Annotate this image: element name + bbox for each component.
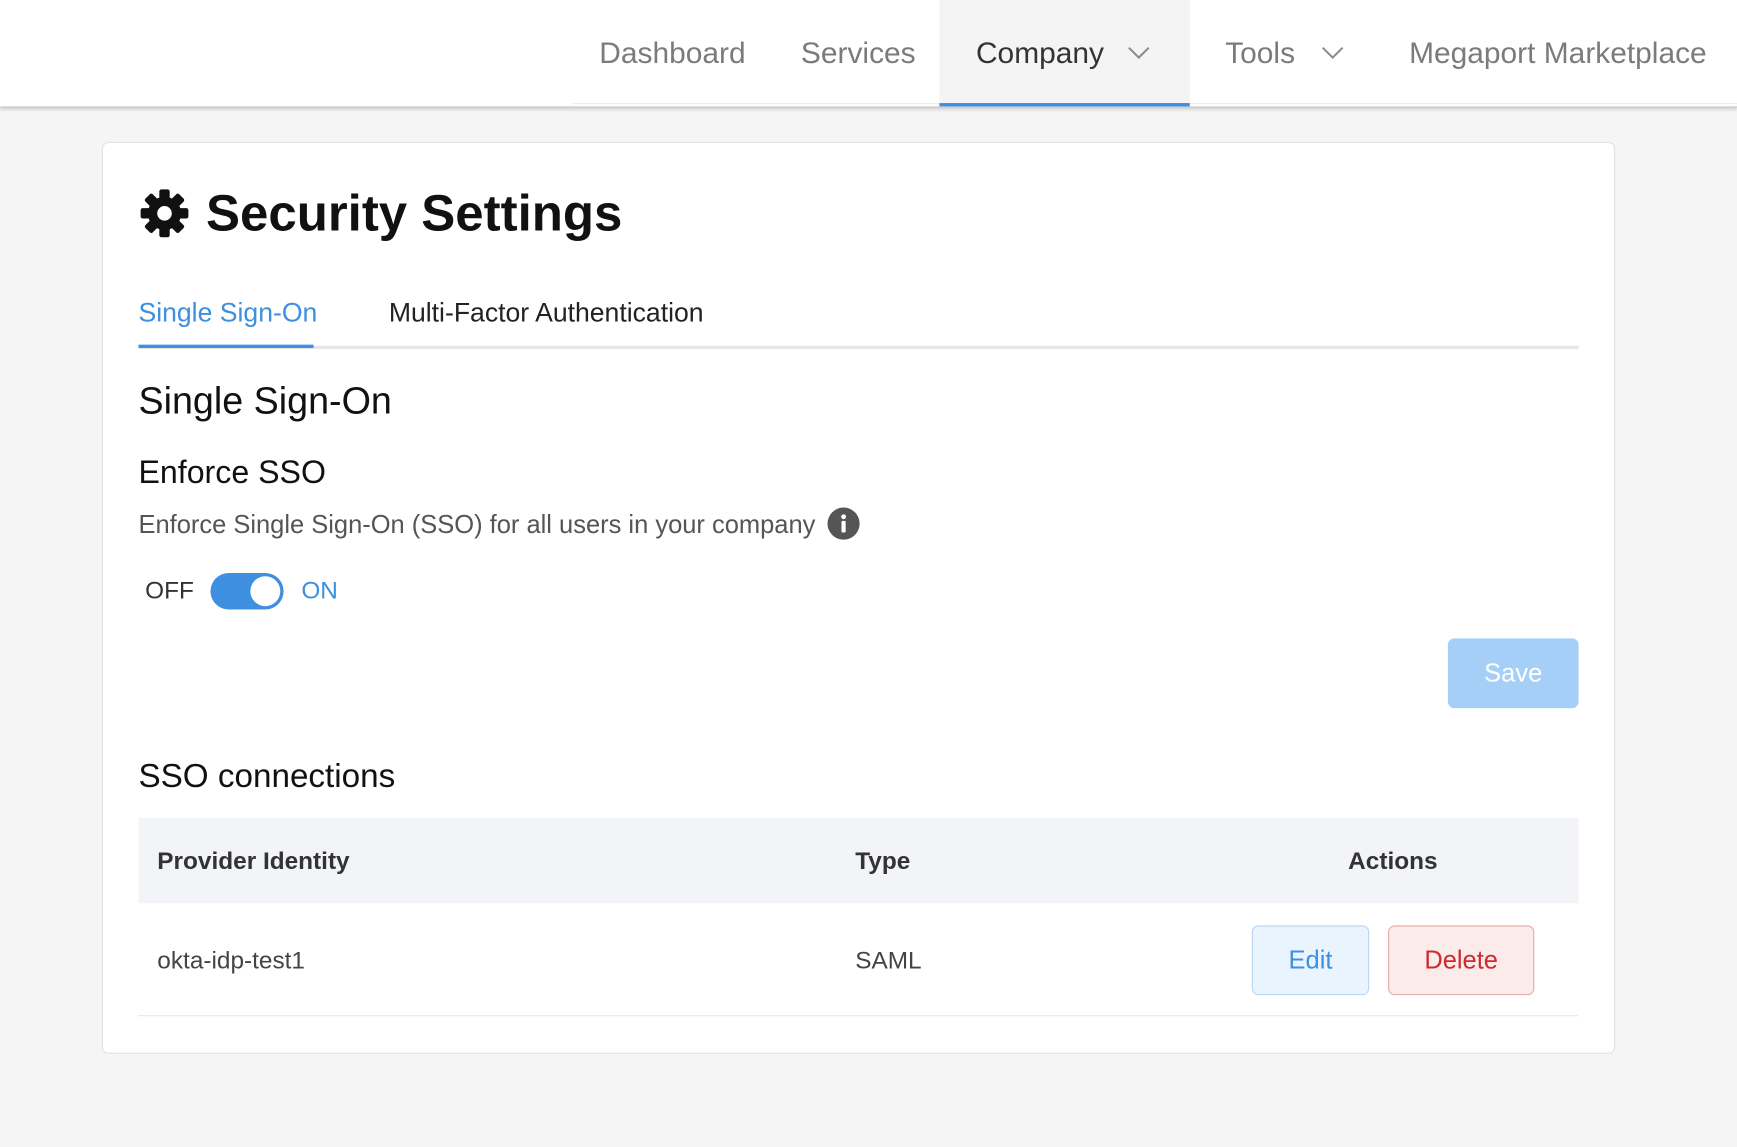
- page-title: Security Settings: [206, 183, 623, 242]
- active-tab-indicator: [138, 344, 314, 348]
- delete-button[interactable]: Delete: [1388, 925, 1535, 996]
- enforce-sso-toggle[interactable]: [210, 572, 284, 610]
- nav-item-label: Dashboard: [599, 36, 746, 70]
- column-header-type: Type: [855, 846, 911, 875]
- nav-item-megaport-marketplace[interactable]: Megaport Marketplace: [1409, 0, 1719, 106]
- tabs-divider: [138, 345, 1579, 350]
- gear-icon: [140, 189, 189, 238]
- toggle-on-label: ON: [301, 576, 338, 604]
- section-heading: Single Sign-On: [138, 380, 392, 423]
- provider-identity-cell: okta-idp-test1: [157, 946, 305, 975]
- sso-connections-table: Provider Identity Type Actions okta-idp-…: [138, 817, 1579, 1017]
- nav-item-label: Tools: [1225, 36, 1296, 70]
- sso-connections-heading: SSO connections: [138, 758, 396, 795]
- chevron-down-icon: [1321, 46, 1344, 60]
- edit-button[interactable]: Edit: [1251, 925, 1370, 996]
- enforce-sso-title: Enforce SSO: [138, 455, 326, 491]
- table-row: okta-idp-test1 SAML Edit Delete: [138, 903, 1579, 1017]
- nav-item-label: Company: [975, 36, 1104, 70]
- table-header-row: Provider Identity Type Actions: [138, 817, 1579, 904]
- nav-item-label: Services: [800, 36, 916, 70]
- tab-single-sign-on[interactable]: Single Sign-On: [138, 294, 317, 334]
- chevron-down-icon: [1128, 46, 1150, 60]
- type-cell: SAML: [855, 946, 922, 975]
- app-root: Dashboard Services Company Tools Megapor…: [0, 0, 1737, 1147]
- nav-item-dashboard[interactable]: Dashboard: [599, 0, 754, 106]
- tab-multi-factor-authentication[interactable]: Multi-Factor Authentication: [389, 294, 704, 334]
- nav-item-label: Megaport Marketplace: [1409, 36, 1707, 70]
- nav-item-tools[interactable]: Tools: [1225, 0, 1358, 106]
- toggle-knob: [250, 576, 281, 607]
- toggle-off-label: OFF: [145, 576, 194, 604]
- nav-item-services[interactable]: Services: [801, 0, 923, 106]
- security-settings-card: Security Settings Single Sign-On Multi-F…: [101, 141, 1616, 1054]
- nav-item-company[interactable]: Company: [939, 0, 1190, 107]
- column-header-actions: Actions: [1348, 846, 1438, 875]
- save-button[interactable]: Save: [1447, 638, 1579, 709]
- column-header-provider-identity: Provider Identity: [157, 846, 350, 875]
- enforce-sso-description: Enforce Single Sign-On (SSO) for all use…: [138, 509, 816, 539]
- top-nav-bar: Dashboard Services Company Tools Megapor…: [0, 0, 1737, 108]
- info-icon[interactable]: [827, 507, 860, 540]
